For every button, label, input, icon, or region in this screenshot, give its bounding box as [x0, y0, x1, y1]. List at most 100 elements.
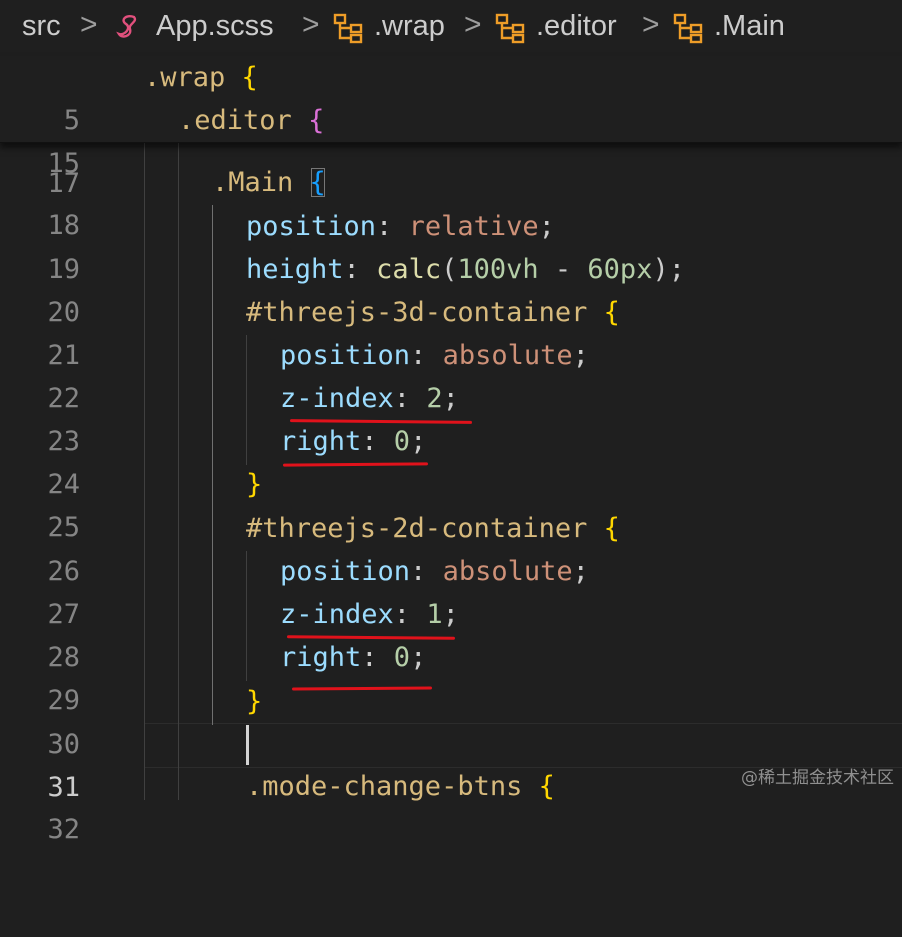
code-token: right	[280, 426, 362, 457]
breadcrumb-separator: >	[302, 8, 320, 41]
code-token: :	[393, 599, 427, 630]
code-text: .editor {	[178, 99, 324, 142]
code-token: ;	[442, 383, 459, 414]
code-token: position	[280, 340, 411, 371]
code-line: 24 right: 0;	[0, 420, 902, 500]
sticky-line[interactable]: 15 .editor {	[0, 99, 902, 179]
code-text: .mode-change-btns {	[246, 765, 555, 808]
code-token: :	[361, 426, 394, 457]
code-token: 60px	[587, 254, 653, 285]
code-token: ;	[572, 340, 589, 371]
code-token: :	[343, 254, 377, 285]
code-text: right: 0;	[280, 636, 426, 679]
code-token: 2	[426, 383, 443, 414]
code-token: ;	[410, 642, 427, 673]
code-token: ;	[572, 556, 589, 587]
sticky-line[interactable]: 5 .wrap {	[0, 56, 902, 136]
code-text: height: calc(100vh - 60px);	[246, 248, 685, 291]
breadcrumb: src > App.scss > .wrap > .editor > .Main	[0, 0, 902, 56]
code-token: ;	[442, 599, 459, 630]
code-line: 21 #threejs-3d-container {	[0, 291, 902, 371]
code-token: {	[603, 297, 620, 328]
code-token: (	[441, 254, 458, 285]
code-text: .Main {	[212, 161, 326, 204]
code-line: 30 }	[0, 680, 902, 760]
code-text: #threejs-2d-container {	[246, 507, 620, 550]
code-line: 22 position: absolute;	[0, 334, 902, 414]
line-number: 15	[47, 148, 80, 179]
code-token: :	[410, 556, 443, 587]
code-text: right: 0;	[280, 420, 426, 463]
code-text: #threejs-3d-container {	[246, 291, 620, 334]
code-token: {	[241, 62, 258, 93]
code-token: absolute	[442, 556, 573, 587]
code-text: }	[246, 680, 262, 723]
code-token: right	[280, 642, 362, 673]
code-token: :	[393, 383, 427, 414]
breadcrumb-separator: >	[464, 8, 482, 41]
code-token: relative	[408, 211, 539, 242]
code-token: }	[246, 469, 263, 500]
code-token: :	[361, 642, 394, 673]
code-token: position	[246, 211, 377, 242]
code-token: {	[308, 105, 325, 136]
code-line: 25 }	[0, 463, 902, 543]
breadcrumb-item-editor[interactable]: .editor	[536, 10, 617, 43]
code-text: position: absolute;	[280, 334, 589, 377]
breadcrumb-item-file[interactable]: App.scss	[156, 10, 274, 43]
breadcrumb-item-main[interactable]: .Main	[714, 10, 785, 43]
code-token: {	[538, 771, 555, 802]
code-line: 23 z-index: 2;	[0, 377, 902, 457]
code-line: 20 height: calc(100vh - 60px);	[0, 248, 902, 328]
sass-file-icon	[116, 15, 137, 38]
code-token: ;	[538, 211, 555, 242]
code-token: 0	[393, 642, 411, 673]
code-token: -	[538, 254, 588, 285]
code-line: 26 #threejs-2d-container {	[0, 507, 902, 587]
code-token: .wrap	[144, 62, 226, 93]
code-token: height	[246, 254, 344, 285]
symbol-class-icon	[333, 13, 363, 44]
code-token: #threejs-3d-container	[246, 297, 588, 328]
breadcrumb-item-wrap[interactable]: .wrap	[374, 10, 445, 43]
code-line: 19 position: relative;	[0, 205, 902, 285]
code-text: z-index: 2;	[280, 377, 459, 420]
code-line: 31	[0, 723, 902, 803]
code-line: 27 position: absolute;	[0, 550, 902, 630]
code-token: z-index	[280, 383, 394, 414]
code-token: .editor	[178, 105, 292, 136]
code-token: ;	[410, 426, 427, 457]
line-number: 32	[47, 814, 80, 845]
code-token: :	[410, 340, 443, 371]
code-text: position: absolute;	[280, 550, 589, 593]
code-text: }	[246, 463, 262, 506]
code-token: #threejs-2d-container	[246, 513, 588, 544]
sticky-scroll-header: 5 .wrap { 15 .editor {	[0, 56, 902, 179]
code-line: 18 .Main {	[0, 161, 902, 241]
code-text: .wrap {	[144, 56, 258, 99]
code-token: .Main	[212, 167, 294, 198]
breadcrumb-item-src[interactable]: src	[22, 10, 61, 43]
symbol-class-icon	[673, 13, 703, 44]
code-token: 100vh	[457, 254, 539, 285]
breadcrumb-separator: >	[80, 8, 98, 41]
editor-window: { "breadcrumb": { "items": [ {"label": "…	[0, 0, 902, 845]
code-token: 1	[426, 599, 443, 630]
code-token: z-index	[280, 599, 394, 630]
code-token: );	[652, 254, 685, 285]
code-token: .mode-change-btns	[246, 771, 523, 802]
code-token: calc	[376, 254, 442, 285]
code-token: 0	[393, 426, 411, 457]
code-token: }	[246, 686, 263, 717]
code-token: {	[603, 513, 620, 544]
code-text: z-index: 1;	[280, 593, 459, 636]
code-token: {	[309, 167, 326, 198]
code-token: position	[280, 556, 411, 587]
symbol-class-icon	[495, 13, 525, 44]
code-token: :	[376, 211, 409, 242]
